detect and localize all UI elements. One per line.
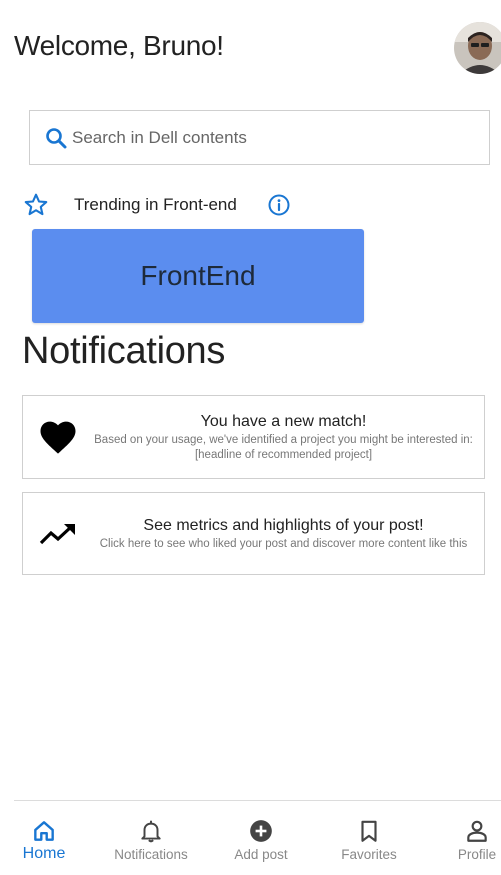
nav-label: Notifications bbox=[114, 847, 188, 862]
heart-icon bbox=[23, 418, 93, 456]
add-circle-icon bbox=[248, 818, 274, 844]
notification-body: Based on your usage, we've identified a … bbox=[94, 433, 473, 461]
nav-item-add-post[interactable]: Add post bbox=[211, 818, 311, 875]
home-icon bbox=[31, 818, 57, 844]
nav-item-home[interactable]: Home bbox=[0, 818, 94, 875]
bookmark-icon bbox=[356, 818, 382, 844]
app-header: Welcome, Bruno! bbox=[0, 0, 501, 100]
person-icon bbox=[464, 818, 490, 844]
search-bar[interactable] bbox=[29, 110, 490, 165]
trending-row: Trending in Front-end bbox=[22, 190, 362, 220]
notifications-title: Notifications bbox=[22, 330, 226, 372]
notification-body: Click here to see who liked your post an… bbox=[99, 537, 468, 550]
search-icon bbox=[44, 126, 68, 150]
notification-card-metrics[interactable]: See metrics and highlights of your post!… bbox=[22, 492, 485, 575]
avatar-photo-icon bbox=[454, 22, 501, 74]
bell-icon bbox=[138, 818, 164, 844]
welcome-title: Welcome, Bruno! bbox=[14, 30, 224, 61]
search-input[interactable] bbox=[72, 127, 452, 148]
trending-label: Trending in Front-end bbox=[74, 195, 237, 214]
nav-item-profile[interactable]: Profile bbox=[427, 818, 501, 875]
nav-label: Favorites bbox=[341, 847, 397, 862]
notification-title: See metrics and highlights of your post! bbox=[143, 516, 424, 534]
trending-up-icon bbox=[23, 521, 93, 547]
nav-label: Add post bbox=[234, 847, 288, 862]
info-icon[interactable] bbox=[267, 193, 291, 217]
notification-title: You have a new match! bbox=[200, 412, 367, 430]
bottom-nav-divider bbox=[14, 800, 501, 801]
star-outline-icon[interactable] bbox=[22, 191, 50, 219]
bottom-nav: Home Notifications Add post Favorites Pr… bbox=[0, 818, 501, 875]
nav-item-notifications[interactable]: Notifications bbox=[101, 818, 201, 875]
nav-label: Home bbox=[22, 845, 66, 862]
notification-card-match[interactable]: You have a new match! Based on your usag… bbox=[22, 395, 485, 479]
avatar[interactable] bbox=[454, 22, 501, 74]
nav-label: Profile bbox=[457, 847, 497, 862]
topic-card-frontend[interactable]: FrontEnd bbox=[32, 229, 364, 323]
nav-item-favorites[interactable]: Favorites bbox=[319, 818, 419, 875]
